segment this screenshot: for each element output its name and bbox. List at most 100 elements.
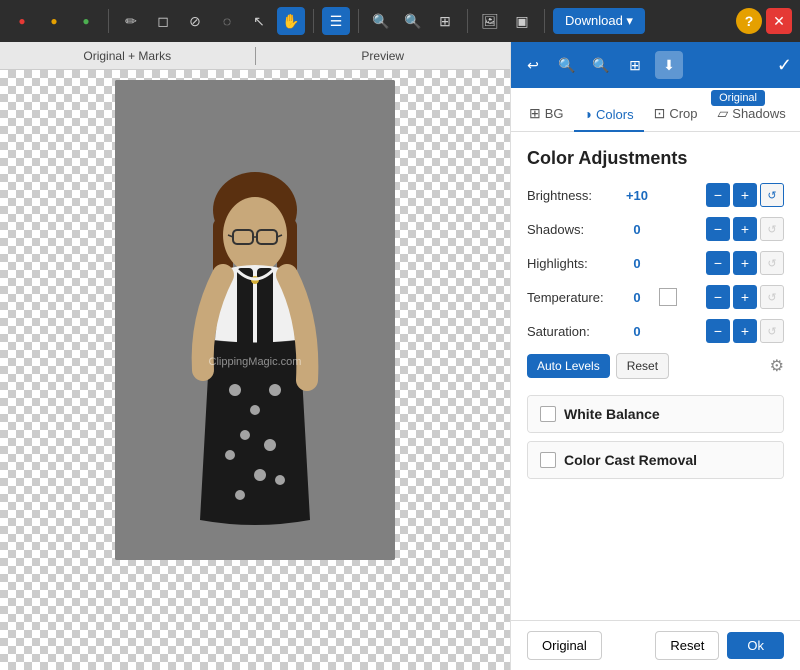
minimize-traffic-light[interactable]: ● [40, 7, 68, 35]
zoom-in-icon[interactable]: 🔍 [399, 7, 427, 35]
temperature-plus[interactable]: + [733, 285, 757, 309]
color-cast-title: Color Cast Removal [564, 452, 697, 468]
original-marks-label: Original + Marks [0, 49, 255, 63]
color-cast-header[interactable]: Color Cast Removal [528, 442, 783, 478]
list-icon[interactable]: ☰ [322, 7, 350, 35]
white-balance-header[interactable]: White Balance [528, 396, 783, 432]
watermark: ClippingMagic.com [209, 356, 302, 368]
download-button[interactable]: Download ▾ [553, 8, 645, 34]
brightness-row: Brightness: +10 − + ↺ [527, 183, 784, 207]
shadows-reset[interactable]: ↺ [760, 217, 784, 241]
temperature-value: 0 [617, 290, 657, 305]
highlights-plus[interactable]: + [733, 251, 757, 275]
canvas-content[interactable]: ClippingMagic.com [0, 70, 510, 670]
highlights-value: 0 [617, 256, 657, 271]
temperature-row: Temperature: 0 − + ↺ [527, 285, 784, 309]
saturation-row: Saturation: 0 − + ↺ [527, 319, 784, 343]
eraser-icon[interactable]: ◻ [149, 7, 177, 35]
shadows-value: 0 [617, 222, 657, 237]
panel-zoom-in-icon[interactable]: 🔍 [587, 51, 615, 79]
saturation-value: 0 [617, 324, 657, 339]
maximize-traffic-light[interactable]: ● [72, 7, 100, 35]
person-image: ClippingMagic.com [115, 80, 395, 560]
close-button[interactable]: ✕ [766, 8, 792, 34]
color-cast-section: Color Cast Removal [527, 441, 784, 479]
shadows-controls: − + ↺ [706, 217, 784, 241]
temperature-label: Temperature: [527, 290, 617, 305]
bottom-reset-button[interactable]: Reset [655, 631, 719, 660]
color-cast-checkbox[interactable] [540, 452, 556, 468]
highlights-minus[interactable]: − [706, 251, 730, 275]
shadows-plus[interactable]: + [733, 217, 757, 241]
brightness-plus[interactable]: + [733, 183, 757, 207]
gear-icon[interactable]: ⚙ [770, 356, 784, 376]
panel-download-icon[interactable]: ⬇ [655, 51, 683, 79]
dual-view-icon[interactable]: ▣ [508, 7, 536, 35]
highlights-label: Highlights: [527, 256, 617, 271]
brightness-controls: − + ↺ [706, 183, 784, 207]
zoom-out-icon[interactable]: 🔍 [367, 7, 395, 35]
temperature-swatch[interactable] [659, 288, 677, 306]
tab-crop-label: Crop [669, 106, 697, 121]
brightness-minus[interactable]: − [706, 183, 730, 207]
tab-crop[interactable]: ⊡ Crop [644, 97, 708, 132]
panel-toolbar: ↩ 🔍 🔍 ⊞ ⬇ ✓ [511, 42, 800, 88]
help-button[interactable]: ? [736, 8, 762, 34]
tab-bg[interactable]: ⊞ BG [519, 97, 574, 132]
tab-shadows-label: Shadows [732, 106, 785, 121]
canvas-labels: Original + Marks Preview [0, 42, 510, 70]
panel-fit-icon[interactable]: ⊞ [621, 51, 649, 79]
saturation-plus[interactable]: + [733, 319, 757, 343]
white-balance-section: White Balance [527, 395, 784, 433]
check-icon[interactable]: ✓ [777, 55, 792, 76]
brightness-value: +10 [617, 188, 657, 203]
right-panel: Original ↩ 🔍 🔍 ⊞ ⬇ ✓ ⊞ BG ◑ Colors ⊡ Cro… [510, 42, 800, 670]
separator-5 [544, 9, 545, 33]
lasso-icon[interactable]: ◌ [213, 7, 241, 35]
ok-button[interactable]: Ok [727, 632, 784, 659]
undo-icon[interactable]: ↩ [519, 51, 547, 79]
original-badge: Original [711, 90, 765, 106]
separator-4 [467, 9, 468, 33]
original-button[interactable]: Original [527, 631, 602, 660]
tab-bg-label: BG [545, 106, 564, 121]
white-balance-checkbox[interactable] [540, 406, 556, 422]
brightness-reset[interactable]: ↺ [760, 183, 784, 207]
tab-colors[interactable]: ◑ Colors [574, 98, 644, 132]
main-area: Original + Marks Preview [0, 42, 800, 670]
close-traffic-light[interactable]: ● [8, 7, 36, 35]
preview-label: Preview [256, 49, 511, 63]
brightness-label: Brightness: [527, 188, 617, 203]
separator-3 [358, 9, 359, 33]
shadows-row: Shadows: 0 − + ↺ [527, 217, 784, 241]
auto-levels-button[interactable]: Auto Levels [527, 354, 610, 378]
highlights-reset[interactable]: ↺ [760, 251, 784, 275]
fit-icon[interactable]: ⊞ [431, 7, 459, 35]
separator-2 [313, 9, 314, 33]
reset-button[interactable]: Reset [616, 353, 669, 379]
temperature-reset[interactable]: ↺ [760, 285, 784, 309]
tab-colors-label: Colors [596, 107, 634, 122]
temperature-controls: − + ↺ [706, 285, 784, 309]
saturation-controls: − + ↺ [706, 319, 784, 343]
panel-bottom: Original Reset Ok [511, 620, 800, 670]
bg-tab-icon: ⊞ [529, 105, 541, 122]
auto-levels-row: Auto Levels Reset ⚙ [527, 353, 784, 379]
saturation-reset[interactable]: ↺ [760, 319, 784, 343]
pointer-icon[interactable]: ↖ [245, 7, 273, 35]
hand-icon[interactable]: ✋ [277, 7, 305, 35]
white-balance-title: White Balance [564, 406, 660, 422]
download-label: Download ▾ [565, 13, 633, 29]
separator-1 [108, 9, 109, 33]
shadows-minus[interactable]: − [706, 217, 730, 241]
paint-icon[interactable]: ⊘ [181, 7, 209, 35]
pencil-icon[interactable]: ✏ [117, 7, 145, 35]
highlights-row: Highlights: 0 − + ↺ [527, 251, 784, 275]
temperature-minus[interactable]: − [706, 285, 730, 309]
panel-zoom-out-icon[interactable]: 🔍 [553, 51, 581, 79]
image-icon[interactable]: 🖼 [476, 7, 504, 35]
saturation-minus[interactable]: − [706, 319, 730, 343]
toolbar-right: ? ✕ [736, 8, 792, 34]
shadows-label: Shadows: [527, 222, 617, 237]
canvas-image-area[interactable]: ClippingMagic.com [0, 70, 510, 670]
